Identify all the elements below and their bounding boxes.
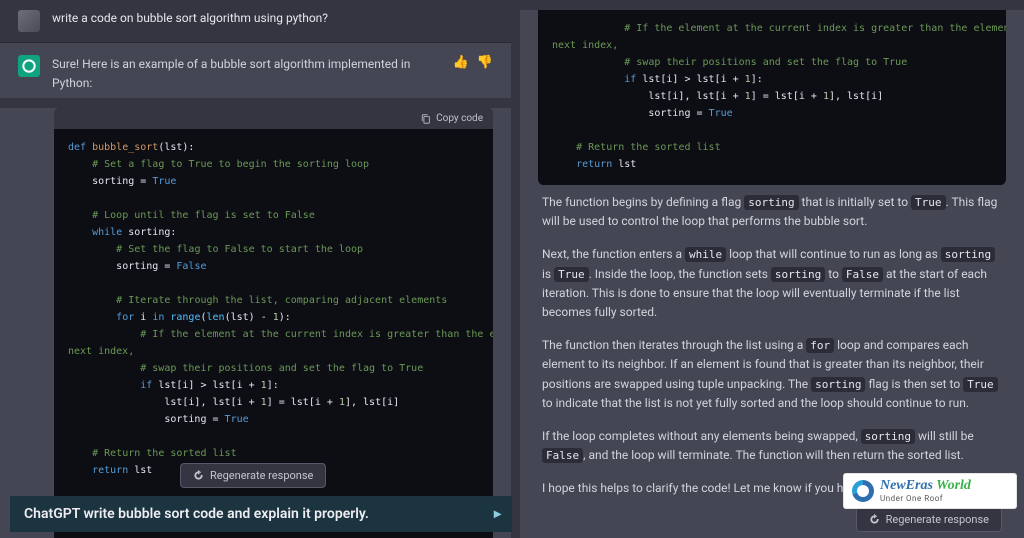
assistant-message-row: Sure! Here is an example of a bubble sor… [0, 43, 511, 98]
explain-para-2: Next, the function enters a while loop t… [542, 245, 1002, 322]
assistant-intro-text: Sure! Here is an example of a bubble sor… [52, 57, 410, 90]
regenerate-response-button[interactable]: Regenerate response [856, 507, 1002, 532]
user-message-row: write a code on bubble sort algorithm us… [0, 0, 511, 43]
user-message-text: write a code on bubble sort algorithm us… [52, 10, 328, 27]
explain-para-3: The function then iterates through the l… [542, 336, 1002, 413]
refresh-icon [193, 470, 204, 481]
feedback-icons: 👍 👎 [453, 55, 493, 70]
user-avatar [18, 10, 40, 32]
regenerate-label: Regenerate response [886, 513, 989, 526]
regenerate-label: Regenerate response [210, 469, 313, 482]
openai-icon [21, 58, 37, 74]
explain-para-1: The function begins by defining a flag s… [542, 193, 1002, 231]
explanation-body: The function begins by defining a flag s… [520, 185, 1024, 498]
copy-code-label: Copy code [436, 113, 483, 124]
caption-banner: ChatGPT write bubble sort code and expla… [10, 496, 512, 532]
code-block-continuation: # If the element at the current index is… [538, 10, 1006, 185]
brand-name-b: World [933, 478, 971, 493]
play-icon: ▸ [494, 506, 501, 522]
brand-logo-icon [852, 480, 874, 502]
thumbs-down-icon[interactable]: 👎 [477, 55, 493, 70]
brand-tagline: Under One Roof [880, 495, 971, 503]
copy-icon [421, 114, 431, 124]
brand-badge: NewEras World Under One Roof [844, 474, 1016, 508]
regenerate-response-button[interactable]: Regenerate response [180, 463, 326, 488]
copy-code-button[interactable]: Copy code [421, 113, 483, 124]
refresh-icon [869, 514, 880, 525]
caption-text: ChatGPT write bubble sort code and expla… [24, 506, 369, 522]
explain-para-4: If the loop completes without any elemen… [542, 427, 1002, 465]
brand-name-a: NewEras [880, 478, 933, 493]
thumbs-up-icon[interactable]: 👍 [453, 55, 469, 70]
code-content-right[interactable]: # If the element at the current index is… [538, 10, 1006, 185]
chatgpt-avatar [18, 55, 40, 77]
